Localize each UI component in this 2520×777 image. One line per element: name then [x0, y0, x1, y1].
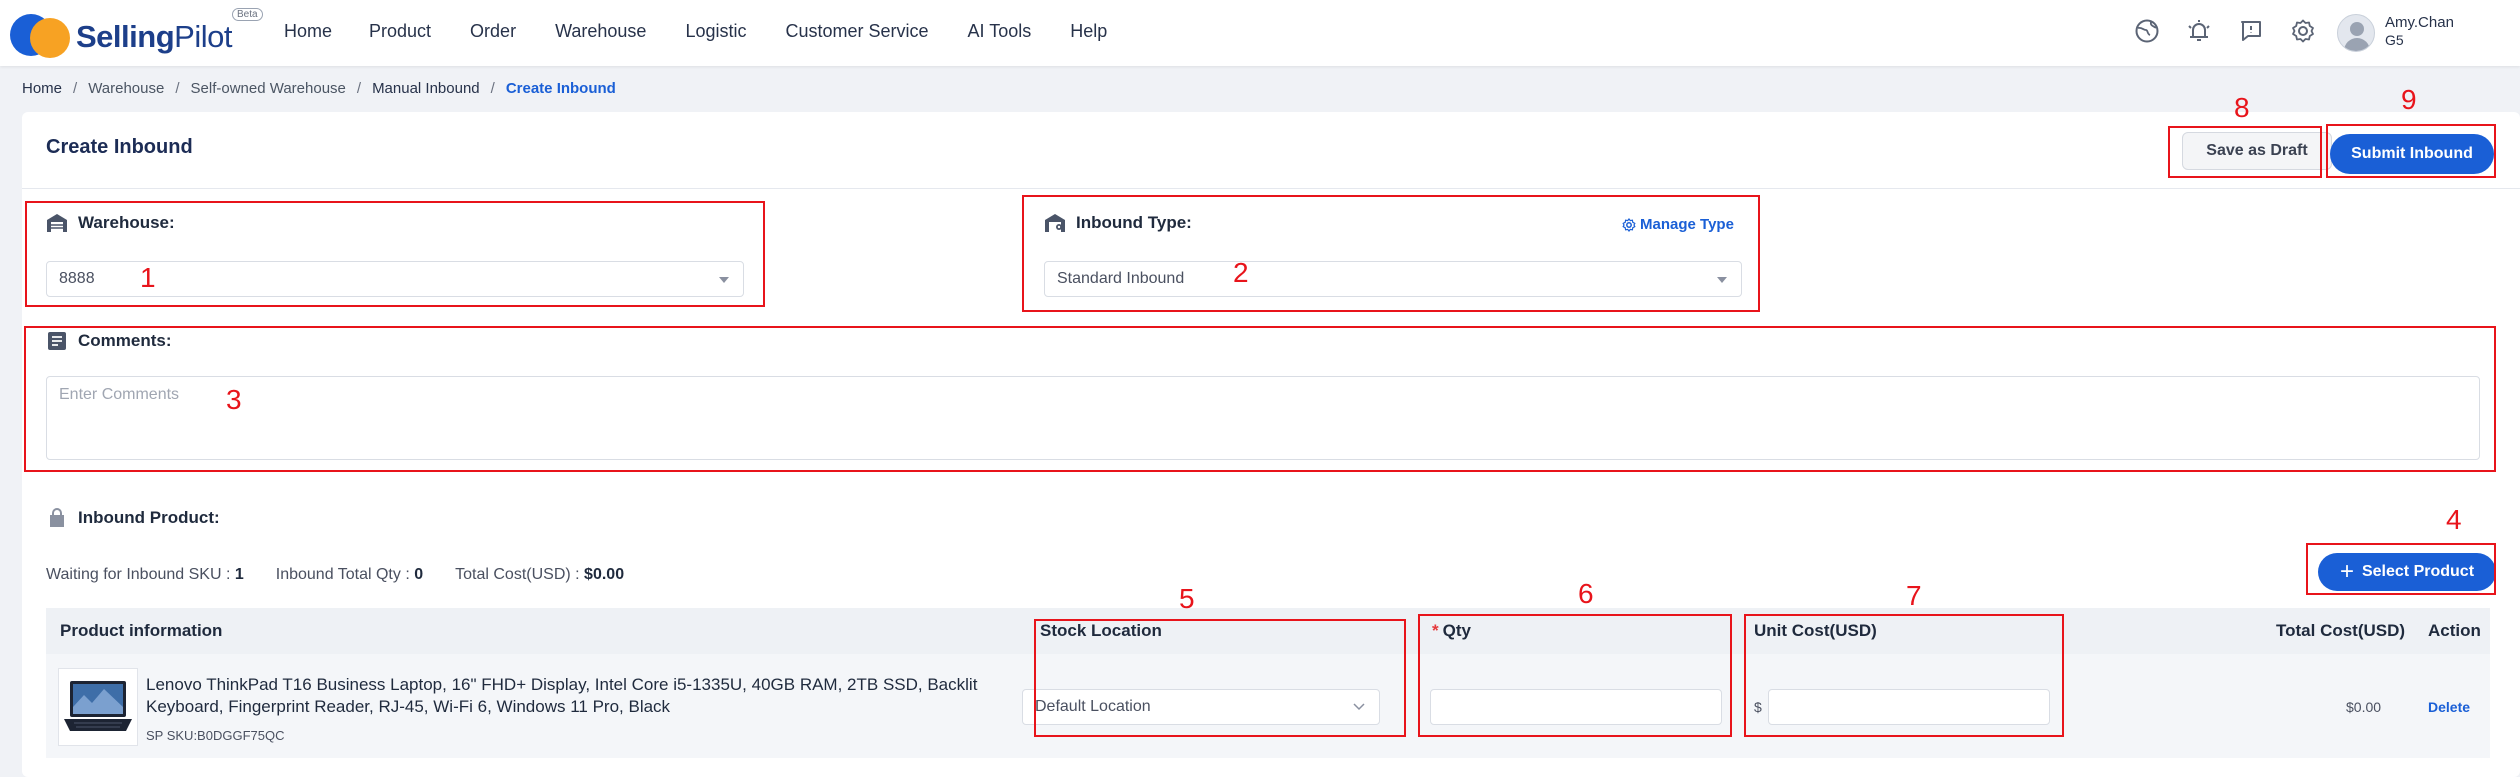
annotation-number-5: 5	[1179, 583, 1195, 614]
top-navigation-bar: SellingPilot Beta Home Product Order War…	[0, 0, 2520, 66]
beta-badge: Beta	[232, 8, 263, 21]
stat-total-qty: Inbound Total Qty : 0	[275, 566, 424, 583]
annotation-number-7: 7	[1906, 580, 1922, 611]
page-title: Create Inbound	[46, 136, 193, 158]
nav-item-home[interactable]: Home	[284, 21, 332, 42]
annotation-box-8	[2168, 126, 2322, 178]
breadcrumb-home[interactable]: Home	[22, 80, 62, 97]
nav-item-help[interactable]: Help	[1070, 21, 1107, 42]
feedback-icon[interactable]	[2236, 16, 2266, 46]
logo-mark-orange	[30, 18, 70, 58]
brand-name-bold: Selling	[76, 19, 175, 54]
user-subtitle: G5	[2385, 32, 2404, 48]
nav-item-customer-service[interactable]: Customer Service	[785, 21, 928, 42]
annotation-box-2	[1022, 195, 1760, 312]
bag-icon	[46, 508, 68, 528]
gear-icon[interactable]	[2288, 16, 2318, 46]
annotation-box-1	[25, 201, 765, 307]
annotation-box-3	[24, 326, 2496, 472]
breadcrumb-warehouse[interactable]: Warehouse	[88, 80, 164, 97]
annotation-number-3: 3	[226, 384, 242, 415]
stat-waiting-sku: Waiting for Inbound SKU : 1	[46, 566, 244, 583]
user-name: Amy.Chan	[2385, 14, 2454, 31]
avatar	[2337, 14, 2375, 52]
user-menu[interactable]: Amy.Chan G5	[2337, 12, 2517, 54]
annotation-box-4	[2306, 543, 2496, 595]
brand-name: SellingPilot	[76, 19, 232, 55]
main-menu: Home Product Order Warehouse Logistic Cu…	[284, 21, 1146, 42]
annotation-number-2: 2	[1233, 257, 1249, 288]
col-total-cost: Total Cost(USD)	[2276, 621, 2406, 640]
nav-item-logistic[interactable]: Logistic	[685, 21, 746, 42]
annotation-number-9: 9	[2401, 84, 2417, 115]
product-name: Lenovo ThinkPad T16 Business Laptop, 16"…	[146, 675, 978, 716]
nav-item-order[interactable]: Order	[470, 21, 516, 42]
inbound-product-label-text: Inbound Product:	[78, 508, 220, 527]
nav-item-product[interactable]: Product	[369, 21, 431, 42]
breadcrumb-self-owned-warehouse[interactable]: Self-owned Warehouse	[191, 80, 346, 97]
breadcrumb: Home / Warehouse / Self-owned Warehouse / M…	[22, 80, 616, 97]
col-action: Action	[2428, 621, 2481, 640]
annotation-number-8: 8	[2234, 92, 2250, 123]
row-total-cost: $0.00	[2346, 699, 2382, 715]
breadcrumb-current: Create Inbound	[505, 80, 616, 97]
nav-item-warehouse[interactable]: Warehouse	[555, 21, 646, 42]
brand-name-light: Pilot	[174, 19, 232, 54]
globe-icon[interactable]	[2132, 16, 2162, 46]
top-icons	[2132, 16, 2340, 46]
inbound-stats: Waiting for Inbound SKU : 1 Inbound Tota…	[46, 566, 656, 584]
col-product-information: Product information	[60, 621, 223, 640]
inbound-product-label: Inbound Product:	[46, 508, 220, 528]
annotation-box-7	[1744, 614, 2064, 737]
annotation-number-4: 4	[2446, 504, 2462, 535]
nav-item-ai-tools[interactable]: AI Tools	[968, 21, 1032, 42]
bell-icon[interactable]	[2184, 16, 2214, 46]
annotation-number-6: 6	[1578, 578, 1594, 609]
product-thumbnail	[58, 668, 138, 746]
stat-total-cost: Total Cost(USD) : $0.00	[455, 566, 625, 583]
annotation-box-9	[2326, 124, 2496, 178]
annotation-box-6	[1418, 614, 1732, 737]
annotation-box-5	[1034, 619, 1406, 737]
app-logo[interactable]: SellingPilot Beta	[10, 8, 263, 58]
annotation-number-1: 1	[140, 262, 156, 293]
breadcrumb-manual-inbound[interactable]: Manual Inbound	[372, 80, 480, 97]
delete-row-link[interactable]: Delete	[2428, 699, 2470, 715]
product-sku: SP SKU:B0DGGF75QC	[146, 728, 285, 743]
header-divider	[22, 188, 2520, 189]
